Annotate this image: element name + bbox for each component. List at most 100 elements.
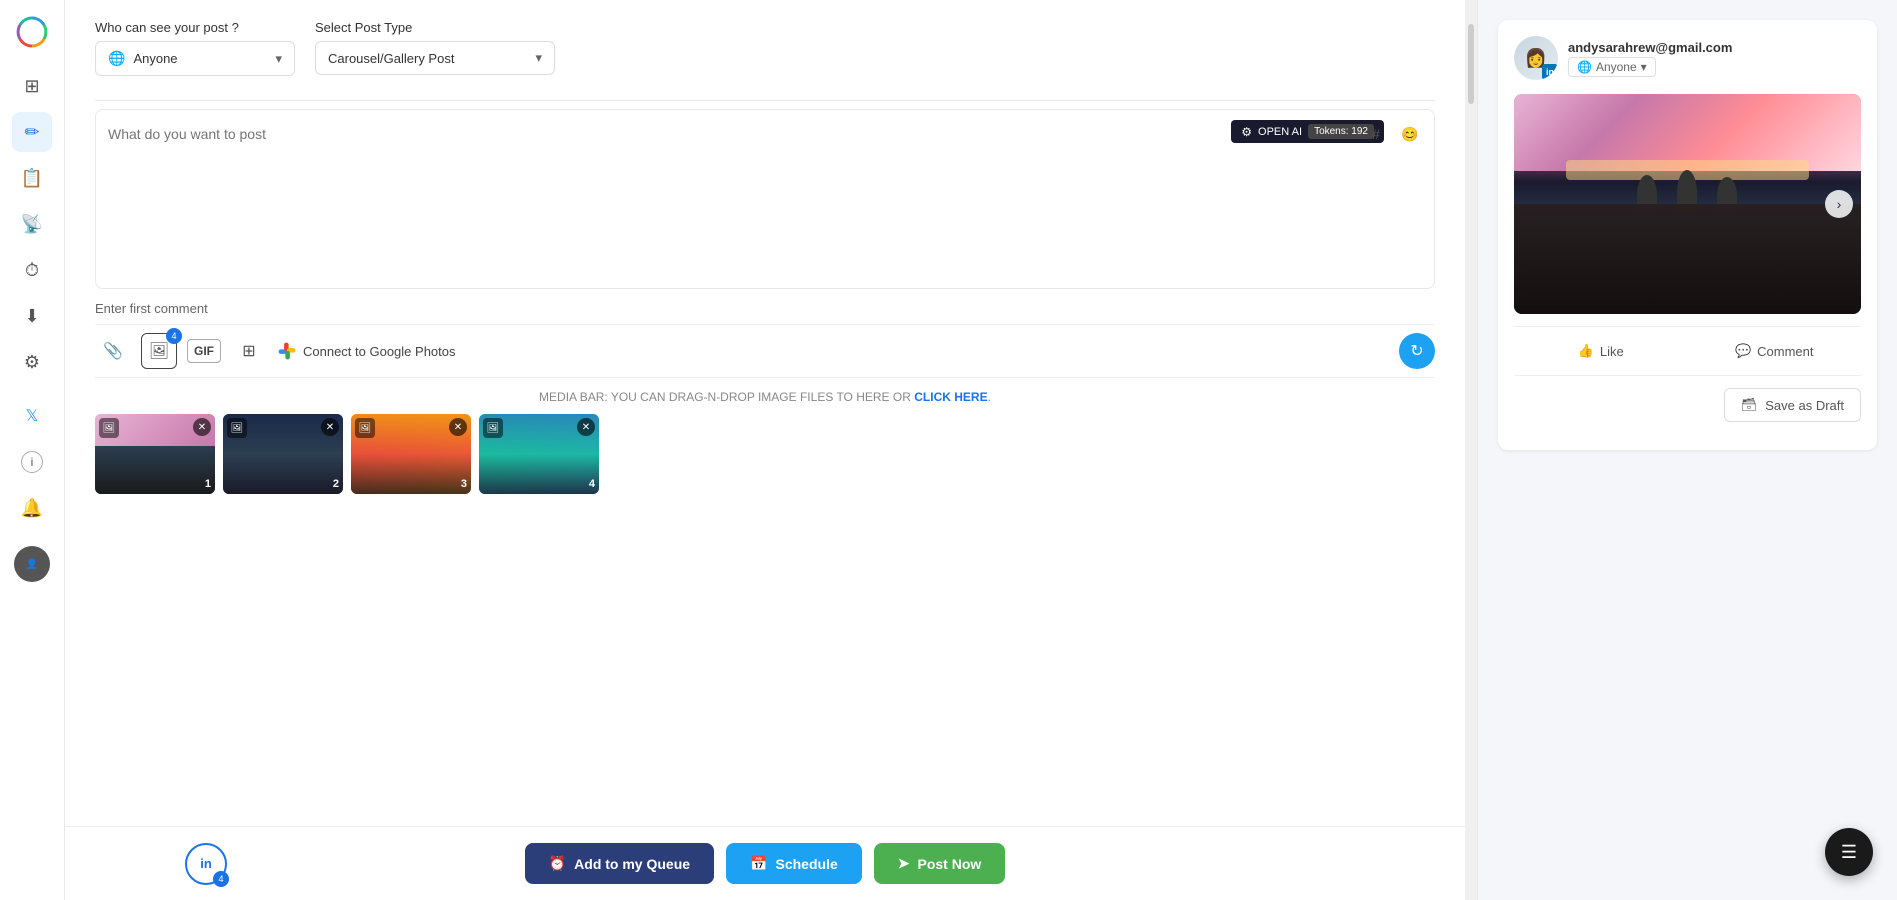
post-type-label: Select Post Type [315, 20, 555, 35]
menu-fab[interactable]: ☰ [1825, 828, 1873, 876]
media-bar-text: MEDIA BAR: YOU CAN DRAG-N-DROP IMAGE FIL… [95, 390, 1435, 404]
sidebar-item-feed[interactable]: 📡 [12, 204, 52, 244]
image-icon-3: 🖼 [355, 418, 375, 438]
queue-label: Add to my Queue [574, 856, 690, 872]
scrollbar-thumb[interactable] [1468, 24, 1474, 104]
layout-btn[interactable]: ⊞ [231, 333, 267, 369]
analytics-icon: ⏱ [25, 260, 39, 281]
image-thumb-1: ✕ 🖼 1 [95, 414, 215, 494]
add-to-queue-button[interactable]: ⏰ Add to my Queue [525, 843, 714, 884]
image-count-badge: 4 [166, 328, 182, 344]
scrollbar-track [1465, 0, 1477, 900]
visibility-group: Who can see your post ? 🌐 Anyone ▾ [95, 20, 295, 76]
post-now-button[interactable]: ➤ Post Now [874, 843, 1006, 884]
media-toolbar: 📎 🖼 4 GIF ⊞ Connect to Google Photos [95, 324, 1435, 378]
audience-scene [1514, 204, 1861, 314]
bell-icon: 🔔 [21, 498, 43, 519]
schedule-label: Schedule [776, 856, 838, 872]
visibility-label: Who can see your post ? [95, 20, 295, 35]
preview-actions: 👍 Like 💬 Comment [1514, 326, 1861, 376]
editor-area: Who can see your post ? 🌐 Anyone ▾ Selec… [65, 0, 1465, 826]
comment-btn[interactable]: 💬 Comment [1688, 337, 1862, 365]
remove-image-3-btn[interactable]: ✕ [449, 418, 467, 436]
like-btn[interactable]: 👍 Like [1514, 337, 1688, 365]
post-type-value: Carousel/Gallery Post [328, 51, 454, 66]
comment-icon: 💬 [1735, 343, 1751, 359]
preview-visibility-select[interactable]: 🌐 Anyone ▾ [1568, 57, 1656, 77]
linkedin-badge[interactable]: in 4 [185, 843, 227, 885]
comment-label: Comment [1757, 344, 1813, 359]
image-number-1: 1 [205, 478, 211, 490]
save-draft-icon: 🗃 [1741, 397, 1758, 413]
image-thumb-2: ✕ 🖼 2 [223, 414, 343, 494]
sidebar-item-download[interactable]: ⬇ [12, 296, 52, 336]
avatar-initials: 👤 [26, 559, 38, 570]
sidebar: ⊞ ✏ 📋 📡 ⏱ ⬇ ⚙ 𝕏 i 🔔 👤 [0, 0, 65, 900]
main-content: Who can see your post ? 🌐 Anyone ▾ Selec… [65, 0, 1465, 900]
remove-image-2-btn[interactable]: ✕ [321, 418, 339, 436]
attachment-btn[interactable]: 📎 [95, 333, 131, 369]
post-type-chevron: ▾ [535, 50, 542, 66]
app-logo[interactable] [12, 12, 52, 52]
sidebar-item-twitter[interactable]: 𝕏 [12, 396, 52, 436]
schedule-button[interactable]: 📅 Schedule [726, 843, 862, 884]
google-photos-btn[interactable]: Connect to Google Photos [277, 341, 456, 361]
twitter-icon: 𝕏 [26, 406, 39, 426]
visibility-globe-icon: 🌐 [1577, 60, 1592, 74]
sidebar-item-info[interactable]: i [12, 442, 52, 482]
save-draft-label: Save as Draft [1765, 398, 1844, 413]
preview-header: 👩 in andysarahrew@gmail.com 🌐 Anyone ▾ [1514, 36, 1861, 80]
remove-image-1-btn[interactable]: ✕ [193, 418, 211, 436]
sidebar-item-compose[interactable]: ✏ [12, 112, 52, 152]
visibility-select[interactable]: 🌐 Anyone ▾ [95, 41, 295, 76]
post-options-row: Who can see your post ? 🌐 Anyone ▾ Selec… [95, 20, 1435, 76]
feed-icon: 📡 [21, 214, 43, 235]
sidebar-item-articles[interactable]: 📋 [12, 158, 52, 198]
like-icon: 👍 [1578, 343, 1594, 359]
gif-btn[interactable]: GIF [187, 339, 221, 363]
image-grid: ✕ 🖼 1 ✕ 🖼 2 ✕ 🖼 3 [95, 414, 1435, 494]
emoji-btn[interactable]: 😊 [1396, 120, 1424, 148]
preview-user-info: andysarahrew@gmail.com 🌐 Anyone ▾ [1568, 40, 1861, 77]
queue-icon: ⏰ [549, 855, 566, 872]
preview-email: andysarahrew@gmail.com [1568, 40, 1861, 55]
image-icon: 🖼 [149, 341, 169, 361]
spin-btn[interactable]: ↻ [1399, 333, 1435, 369]
post-textarea[interactable] [108, 126, 1422, 266]
preview-visibility-value: Anyone [1596, 60, 1637, 74]
hashtag-btn[interactable]: # [1362, 120, 1390, 148]
post-now-label: Post Now [917, 856, 981, 872]
media-bar-static: MEDIA BAR: YOU CAN DRAG-N-DROP IMAGE FIL… [539, 390, 911, 404]
sidebar-item-bell[interactable]: 🔔 [12, 488, 52, 528]
sidebar-item-dashboard[interactable]: ⊞ [12, 66, 52, 106]
like-label: Like [1600, 344, 1624, 359]
editor-icons: # 😊 [1362, 120, 1424, 148]
post-type-select[interactable]: Carousel/Gallery Post ▾ [315, 41, 555, 75]
compose-icon: ✏ [24, 122, 39, 143]
menu-icon: ☰ [1841, 842, 1857, 863]
preview-next-btn[interactable]: › [1825, 190, 1853, 218]
text-editor-container: ⚙ OPEN AI Tokens: 192 # 😊 [95, 109, 1435, 289]
post-type-group: Select Post Type Carousel/Gallery Post ▾ [315, 20, 555, 76]
save-draft-button[interactable]: 🗃 Save as Draft [1724, 388, 1861, 422]
image-thumb-3: ✕ 🖼 3 [351, 414, 471, 494]
preview-avatar: 👩 in [1514, 36, 1558, 80]
image-icon-2: 🖼 [227, 418, 247, 438]
remove-image-4-btn[interactable]: ✕ [577, 418, 595, 436]
sidebar-item-analytics[interactable]: ⏱ [12, 250, 52, 290]
articles-icon: 📋 [21, 168, 43, 189]
user-avatar[interactable]: 👤 [14, 546, 50, 582]
preview-image-container: › [1514, 94, 1861, 314]
image-icon-4: 🖼 [483, 418, 503, 438]
settings-icon: ⚙ [24, 352, 40, 373]
image-btn[interactable]: 🖼 4 [141, 333, 177, 369]
save-draft-area: 🗃 Save as Draft [1514, 376, 1861, 434]
click-here-link[interactable]: CLICK HERE [914, 390, 987, 404]
image-icon-1: 🖼 [99, 418, 119, 438]
preview-visibility-chevron: ▾ [1641, 60, 1647, 74]
download-icon: ⬇ [24, 306, 39, 327]
visibility-chevron: ▾ [275, 51, 282, 67]
sidebar-item-settings[interactable]: ⚙ [12, 342, 52, 382]
preview-panel: 👩 in andysarahrew@gmail.com 🌐 Anyone ▾ [1477, 0, 1897, 900]
footer-bar: in 4 ⏰ Add to my Queue 📅 Schedule ➤ Post… [65, 826, 1465, 900]
